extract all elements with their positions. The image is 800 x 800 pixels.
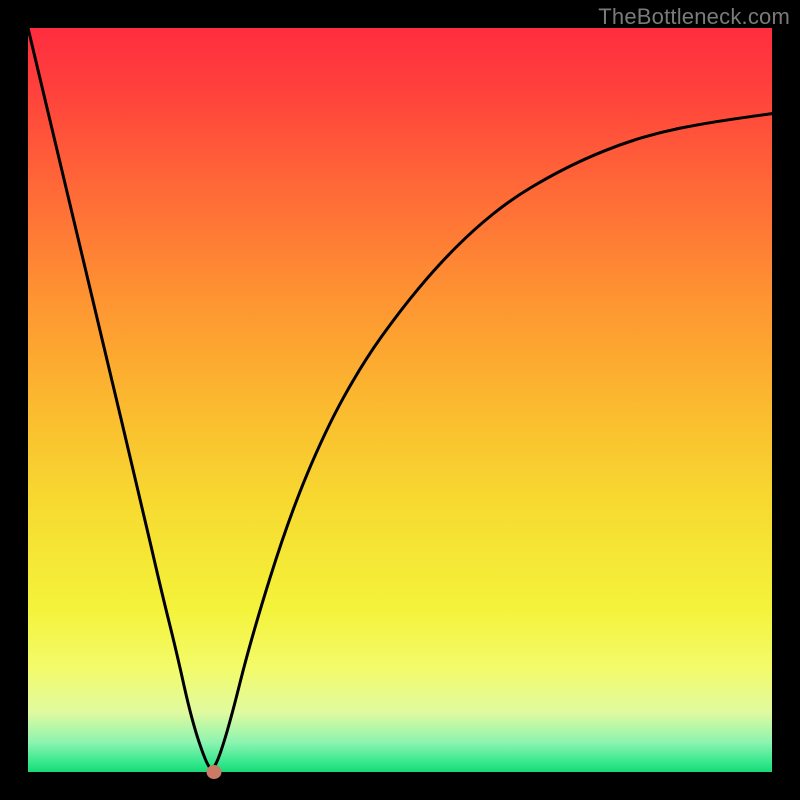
watermark-label: TheBottleneck.com (598, 4, 790, 30)
optimal-point-marker (207, 765, 222, 779)
bottleneck-curve (28, 28, 772, 772)
curve-path (28, 28, 772, 769)
plot-area (28, 28, 772, 772)
chart-frame: TheBottleneck.com (0, 0, 800, 800)
